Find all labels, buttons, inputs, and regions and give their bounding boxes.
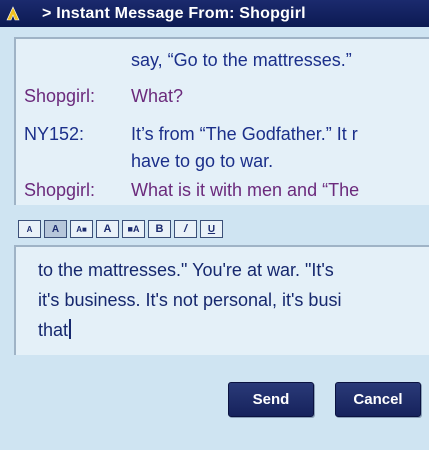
speaker-name: Shopgirl: xyxy=(24,86,96,106)
italic-icon: / xyxy=(183,223,188,235)
message-text: What is it with men and “The xyxy=(131,180,360,200)
message-text: What? xyxy=(131,86,184,106)
underline-icon: U xyxy=(207,223,216,235)
normal-font-size-button[interactable]: A xyxy=(44,220,67,238)
normal-font-size-icon: A xyxy=(51,223,60,235)
underline-button[interactable]: U xyxy=(200,220,223,238)
compose-line-last: that xyxy=(38,315,72,345)
decrease-font-size-icon: A xyxy=(26,224,33,234)
message-text: have to go to war. xyxy=(131,151,274,171)
text-color-icon: A xyxy=(103,223,112,235)
send-button[interactable]: Send xyxy=(228,382,314,417)
instant-message-window: > Instant Message From: Shopgirl say, “G… xyxy=(0,0,429,450)
speaker-name: Shopgirl: xyxy=(24,180,96,200)
increase-font-size-icon: ■A xyxy=(127,224,140,234)
background-color-button[interactable]: A■ xyxy=(70,220,93,238)
message-text: It’s from “The Godfather.” It r xyxy=(131,124,358,144)
bold-icon: B xyxy=(155,223,164,235)
compose-line: that xyxy=(38,320,69,340)
title-bar[interactable]: > Instant Message From: Shopgirl xyxy=(0,0,429,27)
message-compose-field[interactable]: to the mattresses." You're at war. "It's… xyxy=(14,245,429,355)
format-toolbar: A A A■ A ■A B / U xyxy=(18,220,223,240)
increase-font-size-button[interactable]: ■A xyxy=(122,220,145,238)
message-text: say, “Go to the mattresses.” xyxy=(131,50,352,70)
italic-button[interactable]: / xyxy=(174,220,197,238)
cancel-button[interactable]: Cancel xyxy=(335,382,421,417)
text-color-button[interactable]: A xyxy=(96,220,119,238)
bold-button[interactable]: B xyxy=(148,220,171,238)
aim-running-man-icon[interactable] xyxy=(0,0,26,27)
window-title: > Instant Message From: Shopgirl xyxy=(42,4,306,22)
compose-line: to the mattresses." You're at war. "It's xyxy=(38,260,334,280)
text-caret xyxy=(69,319,72,339)
message-transcript[interactable]: say, “Go to the mattresses.” Shopgirl: W… xyxy=(14,37,429,205)
compose-line: it's business. It's not personal, it's b… xyxy=(38,290,342,310)
speaker-name: NY152: xyxy=(24,124,85,144)
background-color-icon: A■ xyxy=(76,224,87,234)
decrease-font-size-button[interactable]: A xyxy=(18,220,41,238)
